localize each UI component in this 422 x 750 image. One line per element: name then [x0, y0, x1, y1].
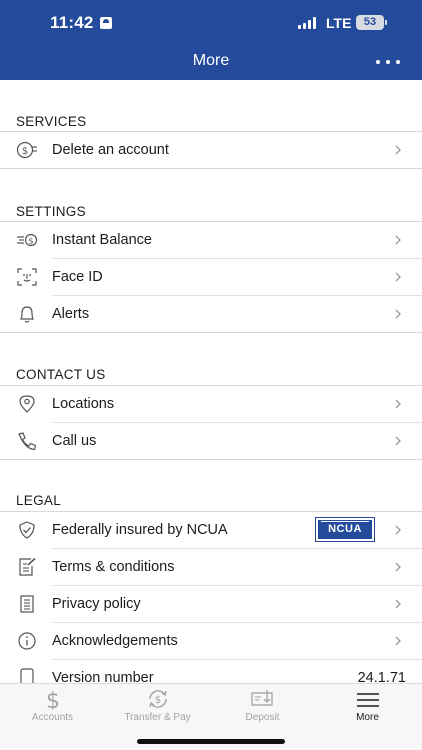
chevron-right-icon: [395, 235, 401, 245]
chevron-right-icon: [395, 562, 401, 572]
list-item-alerts[interactable]: Alerts: [0, 296, 422, 333]
svg-text:$: $: [22, 146, 28, 157]
list-item-instant-balance[interactable]: $ Instant Balance: [0, 222, 422, 259]
svg-text:$: $: [155, 695, 161, 706]
list-item-label: Delete an account: [52, 142, 169, 158]
tab-label: Transfer & Pay: [124, 712, 191, 723]
battery-tip: [385, 20, 387, 25]
document-edit-icon: [19, 557, 36, 576]
menu-icon: [357, 693, 379, 707]
check-deposit-icon: [251, 690, 273, 706]
divider: [0, 332, 422, 333]
list-item-label: Version number: [52, 670, 154, 683]
list-item-label: Call us: [52, 433, 97, 449]
tab-deposit[interactable]: Deposit: [210, 684, 315, 729]
chevron-right-icon: [395, 436, 401, 446]
section-header-settings: SETTINGS: [16, 204, 86, 219]
list-item-label: Instant Balance: [52, 232, 152, 248]
chevron-right-icon: [395, 309, 401, 319]
status-time-text: 11:42: [50, 13, 94, 32]
chevron-right-icon: [395, 525, 401, 535]
home-indicator: [137, 739, 285, 744]
list-item-label: Face ID: [52, 269, 103, 285]
svg-text:$: $: [46, 689, 60, 710]
chevron-right-icon: [395, 145, 401, 155]
ncua-logo: NCUA: [315, 517, 375, 542]
shield-check-icon: [19, 521, 35, 539]
status-bar: 11:42 LTE 53: [0, 0, 422, 46]
chevron-right-icon: [395, 272, 401, 282]
divider: [0, 168, 422, 169]
face-id-icon: [17, 268, 37, 286]
section-header-services: SERVICES: [16, 114, 87, 129]
list-item-delete-account[interactable]: $ Delete an account: [0, 132, 422, 169]
phone-device-icon: [20, 668, 34, 683]
list-item-label: Terms & conditions: [52, 559, 175, 575]
list-item-label: Privacy policy: [52, 596, 141, 612]
list-item-ncua[interactable]: Federally insured by NCUA NCUA: [0, 512, 422, 549]
settings-list[interactable]: SERVICES $ Delete an account SETTINGS $ …: [0, 80, 422, 683]
tab-more[interactable]: More: [315, 684, 420, 729]
section-header-contact: CONTACT US: [16, 367, 106, 382]
document-lines-icon: [20, 595, 34, 613]
list-item-label: Federally insured by NCUA: [52, 522, 228, 538]
app-header: 11:42 LTE 53 More: [0, 0, 422, 80]
tab-transfer-pay[interactable]: $ Transfer & Pay: [105, 684, 210, 729]
chevron-right-icon: [395, 636, 401, 646]
tab-accounts[interactable]: $ Accounts: [0, 684, 105, 729]
chevron-right-icon: [395, 599, 401, 609]
version-value: 24.1.71: [357, 670, 406, 683]
battery-icon: 53: [356, 15, 384, 30]
more-options-icon[interactable]: [376, 58, 400, 66]
list-item-label: Alerts: [52, 306, 90, 322]
tab-label: More: [356, 712, 379, 723]
svg-text:$: $: [28, 237, 33, 246]
fast-dollar-icon: $: [17, 233, 38, 247]
list-item-face-id[interactable]: Face ID: [0, 259, 422, 296]
dollar-icon: $: [46, 689, 60, 710]
status-time: 11:42: [50, 13, 112, 33]
page-title: More: [192, 52, 230, 69]
list-item-privacy[interactable]: Privacy policy: [0, 586, 422, 623]
transfer-icon: $: [149, 690, 167, 708]
chevron-right-icon: [395, 399, 401, 409]
list-item-label: Acknowledgements: [52, 633, 178, 649]
contact-card-icon: [99, 17, 112, 29]
list-item-label: Locations: [52, 396, 115, 412]
list-item-locations[interactable]: Locations: [0, 386, 422, 423]
bell-icon: [20, 306, 34, 323]
network-type: LTE: [326, 15, 352, 31]
phone-icon: [18, 432, 37, 451]
divider: [0, 459, 422, 460]
list-item-terms[interactable]: Terms & conditions: [0, 549, 422, 586]
list-item-version: Version number 24.1.71: [0, 660, 422, 683]
location-pin-icon: [19, 395, 35, 413]
tab-label: Deposit: [245, 712, 280, 723]
dollar-list-icon: $: [16, 141, 37, 159]
tab-label: Accounts: [31, 712, 74, 723]
list-item-call-us[interactable]: Call us: [0, 423, 422, 460]
list-item-acknowledgements[interactable]: Acknowledgements: [0, 623, 422, 660]
section-header-legal: LEGAL: [16, 493, 62, 508]
signal-icon: [298, 17, 316, 29]
info-icon: [18, 632, 36, 650]
